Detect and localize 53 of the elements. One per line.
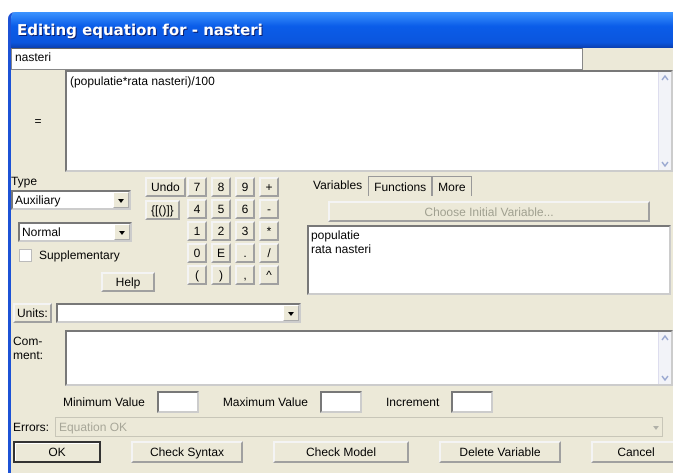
dialog-button[interactable]: Delete Variable [439,441,561,463]
value-field[interactable] [156,391,199,413]
dialog-button[interactable]: Check Syntax [131,441,243,463]
keypad-key[interactable]: 4 [187,199,207,219]
keypad-key[interactable]: ^ [259,265,279,285]
tab[interactable]: Functions [368,176,432,196]
equation-field[interactable]: (populatie*rata nasteri)/100 [65,70,673,172]
type-dropdown[interactable]: Auxiliary [11,190,131,210]
keypad-key[interactable]: ) [211,265,231,285]
brackets-button[interactable]: {[()]} [145,200,180,220]
type-label: Type [11,174,38,188]
tab[interactable]: More [432,176,472,196]
keypad-key[interactable]: 9 [235,177,255,197]
subtype-dropdown[interactable]: Normal [18,222,132,242]
keypad-key[interactable]: - [259,199,279,219]
units-button[interactable]: Units: [13,303,52,323]
keypad-key[interactable]: 7 [187,177,207,197]
value-field[interactable] [320,391,362,413]
keypad-key[interactable]: + [259,177,279,197]
keypad-key[interactable]: 1 [187,221,207,241]
window-title: Editing equation for - nasteri [17,21,263,39]
keypad-key[interactable]: / [259,243,279,263]
dialog-button[interactable]: Check Model [273,441,409,463]
equals-label: = [34,114,42,128]
comment-label: Com- ment: [12,333,44,362]
range-label: Maximum Value [222,395,308,409]
keypad-key[interactable]: 6 [235,199,255,219]
value-field[interactable] [451,391,494,413]
keypad-key[interactable]: ( [187,265,207,285]
variable-item[interactable]: rata nasteri [311,242,667,256]
units-dropdown[interactable] [56,303,301,323]
keypad-key[interactable]: 5 [211,199,231,219]
supplementary-checkbox[interactable] [19,248,32,262]
name-field[interactable]: nasteri [11,48,583,70]
keypad-key[interactable]: E [211,243,231,263]
keypad-key[interactable]: 3 [235,221,255,241]
variables-list[interactable]: populatie rata nasteri [307,225,671,295]
keypad-key[interactable]: 8 [211,177,231,197]
supplementary-label: Supplementary [39,248,120,262]
keypad-key[interactable]: * [259,221,279,241]
comment-field[interactable] [65,330,673,386]
keypad-key[interactable]: . [235,243,255,263]
keypad-key[interactable]: 2 [211,221,231,241]
undo-button[interactable]: Undo [145,177,186,197]
range-label: Increment [386,395,440,409]
dialog-button[interactable]: Cancel [591,441,673,463]
variable-item[interactable]: populatie [311,228,667,242]
keypad-key[interactable]: 0 [187,243,207,263]
errors-label: Errors: [13,420,49,434]
dialog-button[interactable]: OK [13,441,101,463]
range-label: Minimum Value [63,395,145,409]
keypad-key[interactable]: , [235,265,255,285]
help-button[interactable]: Help [101,272,155,292]
